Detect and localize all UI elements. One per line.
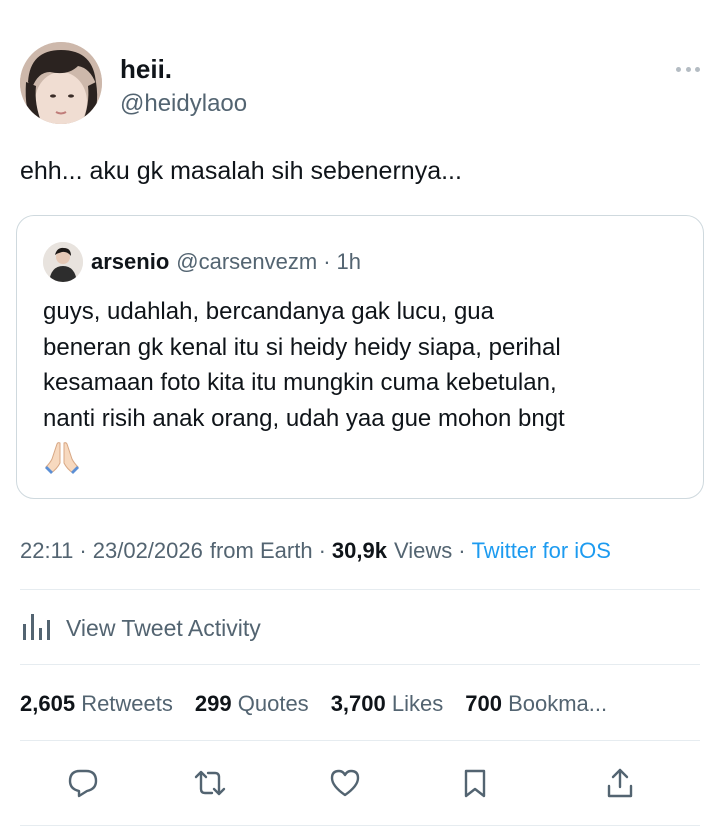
likes-stat[interactable]: 3,700 Likes <box>331 691 444 717</box>
tweet-text: ehh... aku gk masalah sih sebenernya... <box>20 157 462 185</box>
tweet-header: heii. @heidylaoo <box>20 42 700 126</box>
likes-label: Likes <box>391 691 444 716</box>
divider <box>20 740 700 741</box>
meta-separator: · <box>79 538 87 563</box>
quoted-separator: · <box>323 249 331 274</box>
likes-count: 3,700 <box>330 691 386 716</box>
like-icon[interactable] <box>325 763 365 803</box>
retweets-count: 2,605 <box>20 691 76 716</box>
reply-icon[interactable] <box>63 763 103 803</box>
view-tweet-activity-label: View Tweet Activity <box>66 614 261 641</box>
bookmark-icon[interactable] <box>455 763 495 803</box>
quotes-count: 299 <box>194 691 232 716</box>
tweet-date[interactable]: 23/02/2026 <box>93 538 203 564</box>
client-link[interactable]: Twitter for iOS <box>472 538 611 564</box>
tweet-meta: 22:11 · 23/02/2026 from Earth · 30,9k Vi… <box>20 534 611 568</box>
bar-chart-icon <box>20 610 54 647</box>
author-handle[interactable]: @heidylaoo <box>120 88 247 120</box>
quoted-timestamp: 1h <box>336 249 362 274</box>
tweet-location: from Earth <box>209 538 313 563</box>
quoted-tweet-card[interactable]: arsenio @carsenvezm · 1h guys, udahlah, … <box>16 215 704 499</box>
bookmarks-label: Bookma... <box>508 691 608 716</box>
folded-hands-emoji-icon <box>43 439 81 475</box>
tweet-stats: 2,605 Retweets 299 Quotes 3,700 Likes 70… <box>20 686 710 722</box>
share-icon[interactable] <box>600 763 640 803</box>
more-options-icon[interactable] <box>676 64 700 74</box>
bookmarks-stat[interactable]: 700 Bookma... <box>465 691 607 717</box>
author-display-name[interactable]: heii. <box>120 54 247 84</box>
author-avatar[interactable] <box>20 42 102 124</box>
view-tweet-activity-button[interactable]: View Tweet Activity <box>20 608 261 648</box>
quotes-label: Quotes <box>237 691 309 716</box>
views-label: Views <box>393 538 453 563</box>
author-info: heii. @heidylaoo <box>120 54 247 120</box>
quoted-tweet-header: arsenio @carsenvezm · 1h <box>43 242 361 282</box>
meta-separator: · <box>318 538 326 563</box>
retweet-icon[interactable] <box>190 763 230 803</box>
divider <box>20 664 700 665</box>
divider <box>20 589 700 590</box>
quoted-tweet-text: guys, udahlah, bercandanya gak lucu, gua… <box>43 298 565 432</box>
tweet-time[interactable]: 22:11 <box>20 538 73 564</box>
retweets-label: Retweets <box>81 691 173 716</box>
quoted-author-handle[interactable]: @carsenvezm <box>176 249 317 275</box>
views-count: 30,9k <box>331 538 387 563</box>
meta-separator: · <box>458 538 466 563</box>
quoted-author-name[interactable]: arsenio <box>91 249 169 275</box>
tweet-action-bar <box>0 758 720 808</box>
bookmarks-count: 700 <box>465 691 502 716</box>
retweets-stat[interactable]: 2,605 Retweets <box>20 691 173 717</box>
quotes-stat[interactable]: 299 Quotes <box>195 691 309 717</box>
quoted-author-avatar[interactable] <box>43 242 83 282</box>
